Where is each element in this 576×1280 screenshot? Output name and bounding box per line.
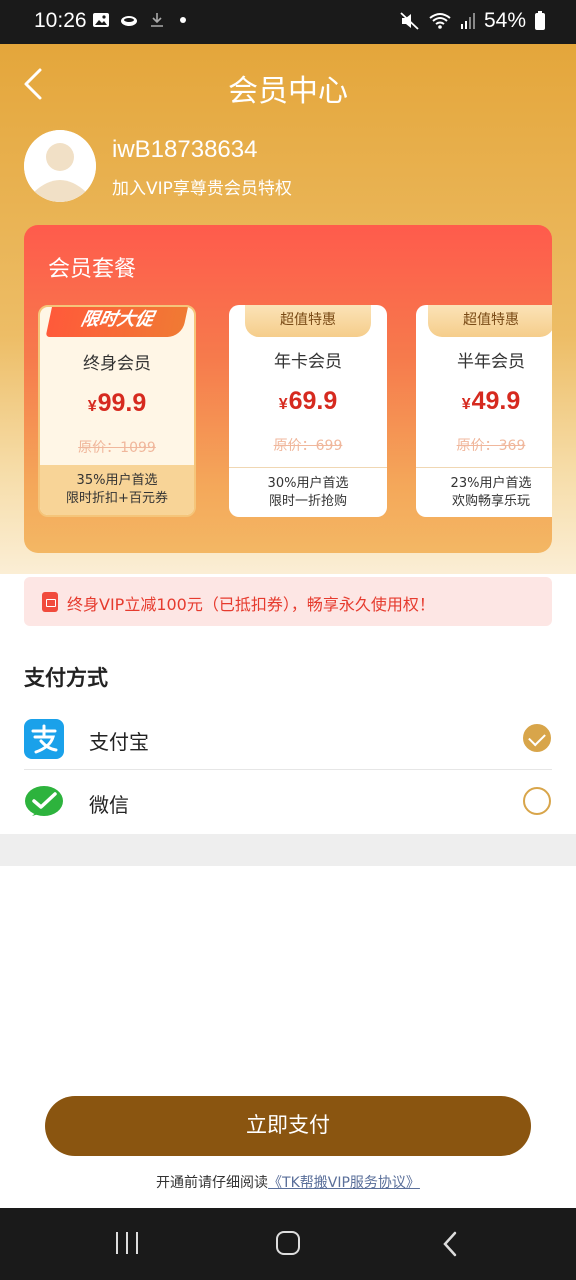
nav-back-icon[interactable] [440,1230,460,1258]
pay-now-button[interactable]: 立即支付 [45,1096,531,1156]
section-divider [0,834,576,866]
package-panel-title: 会员套餐 [48,257,137,282]
package-footer: 30%用户首选 限时一折抢购 [229,467,387,517]
status-right: 54% [400,9,546,33]
promo-banner: 终身VIP立减100元（已抵扣券），畅享永久使用权！ [24,577,552,626]
gallery-icon [93,13,109,27]
package-name: 终身会员 [83,354,151,374]
package-footer-line2: 限时一折抢购 [268,494,347,509]
home-icon[interactable] [276,1231,300,1255]
default-avatar-icon [24,130,96,202]
username: iwB18738634 [112,136,258,163]
payment-section-title: 支付方式 [24,666,108,690]
more-notifications-dot [180,17,186,23]
package-footer-line1: 23%用户首选 [450,476,532,491]
package-footer: 23%用户首选 欢购畅享乐玩 [416,467,552,517]
package-original-price: 原价：699 [273,438,343,454]
user-subtitle: 加入VIP享尊贵会员特权 [112,179,292,199]
package-footer-line2: 限时折扣+百元券 [66,491,168,506]
currency-symbol: ¥ [87,398,97,415]
system-nav-bar [0,1208,576,1280]
agreement-prefix: 开通前请仔细阅读 [156,1175,269,1191]
alipay-icon [24,719,64,759]
package-original-price: 原价：1099 [78,440,156,456]
status-bar: 10:26 54% [0,0,576,44]
battery-icon [535,11,545,30]
package-badge: 限时大促 [45,307,189,337]
package-card-annual[interactable]: 超值特惠 年卡会员 ¥69.9 原价：699 30%用户首选 限时一折抢购 [229,305,387,517]
package-badge: 超值特惠 [245,305,371,337]
radio-unchecked-icon[interactable] [523,787,551,815]
mute-icon [400,12,419,30]
cloud-icon [121,16,137,26]
avatar[interactable] [24,130,96,202]
battery-percent: 54% [483,9,526,32]
package-card-half-year[interactable]: 超值特惠 半年会员 ¥49.9 原价：369 23%用户首选 欢购畅享乐玩 [416,305,552,517]
package-card-lifetime[interactable]: 限时大促 终身会员 ¥99.9 原价：1099 35%用户首选 限时折扣+百元券 [38,305,196,517]
package-original-price: 原价：369 [456,438,526,454]
agreement-notice: 开通前请仔细阅读《TK帮搬VIP服务协议》 [0,1172,576,1192]
package-price: ¥49.9 [416,387,552,416]
package-panel: 会员套餐 限时大促 终身会员 ¥99.9 原价：1099 35%用户首选 限时折… [24,225,552,553]
package-badge: 超值特惠 [428,305,552,337]
recents-icon[interactable] [116,1232,138,1254]
payment-option-alipay[interactable]: 支付宝 [24,708,552,770]
package-price-value: 99.9 [97,389,147,417]
status-notification-icons [92,12,186,28]
package-footer-line1: 35%用户首选 [76,473,158,488]
red-envelope-icon [42,592,58,612]
signal-icon [460,13,475,29]
download-icon [151,13,163,27]
status-time: 10:26 [34,9,87,32]
page-title: 会员中心 [228,74,348,109]
package-footer-line2: 欢购畅享乐玩 [451,494,530,509]
payment-option-label: 微信 [89,793,129,817]
package-price-value: 69.9 [288,387,338,415]
payment-option-label: 支付宝 [89,730,149,754]
wechat-icon [25,786,63,816]
package-footer: 35%用户首选 限时折扣+百元券 [40,465,194,515]
payment-option-wechat[interactable]: 微信 [24,771,552,833]
package-name: 年卡会员 [274,352,342,372]
package-price-value: 49.9 [471,387,521,415]
radio-checked-icon[interactable] [523,724,551,752]
promo-text: 终身VIP立减100元（已抵扣券），畅享永久使用权！ [67,595,435,614]
wifi-icon [429,13,451,29]
package-price: ¥69.9 [229,387,387,416]
package-footer-line1: 30%用户首选 [267,476,349,491]
currency-symbol: ¥ [278,396,288,413]
agreement-link[interactable]: 《TK帮搬VIP服务协议》 [268,1175,420,1191]
package-name: 半年会员 [457,352,525,372]
package-price: ¥99.9 [40,389,194,418]
currency-symbol: ¥ [461,396,471,413]
